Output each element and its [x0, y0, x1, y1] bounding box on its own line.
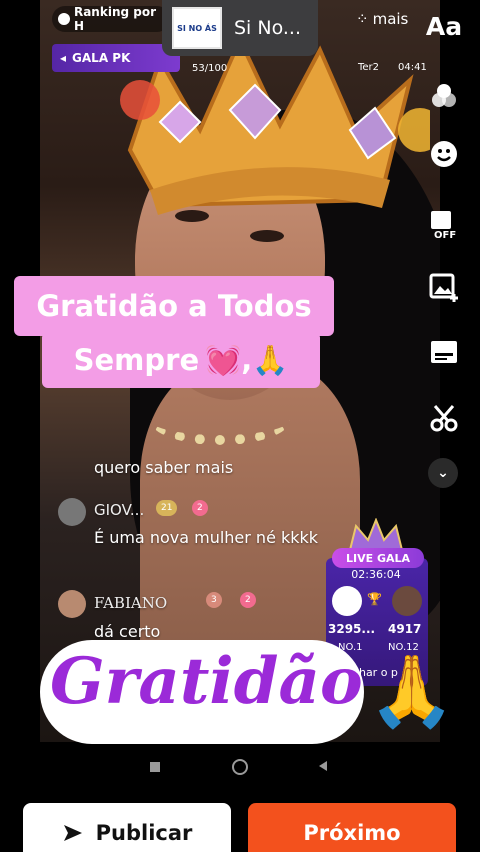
necklace — [150, 395, 290, 445]
next-label: Próximo — [303, 821, 401, 845]
chat-username: FABIANO — [94, 594, 168, 612]
scissors-icon[interactable] — [424, 398, 464, 438]
filters-icon[interactable] — [424, 76, 464, 116]
heart-pray-emoji: 💓,🙏 — [205, 342, 289, 377]
chat-partial-message: quero saber mais — [94, 458, 234, 477]
audio-notification[interactable]: SI NO ÁS Si No... — [162, 0, 318, 56]
send-icon — [63, 825, 82, 841]
song-cover-logo: SI NO ÁS — [172, 7, 222, 49]
ter-label: Ter2 — [358, 62, 380, 73]
image-add-icon[interactable] — [424, 268, 464, 308]
trophy-icon: 🏆 — [367, 592, 382, 606]
back-arrow-icon: ◂ — [60, 51, 67, 65]
face-sticker-icon[interactable] — [424, 134, 464, 174]
next-button[interactable]: Próximo — [248, 803, 456, 852]
gala-title: LIVE GALA — [332, 548, 424, 568]
praying-hands-emoji: 🙏 — [368, 650, 456, 732]
gala-right-score: 4917 — [388, 622, 422, 636]
publish-label: Publicar — [95, 821, 193, 845]
ranking-label: Ranking por H — [73, 5, 157, 33]
gratidao-text: Gratidão — [50, 644, 363, 719]
level-badge: 21 — [156, 500, 178, 516]
gala-pk-label: GALA PK — [72, 51, 131, 65]
gala-countdown: 02:36:04 — [351, 568, 401, 581]
gala-left-score: 3295... — [328, 622, 376, 636]
more-label: mais — [372, 10, 409, 28]
gift-badge: 2 — [192, 500, 208, 516]
gift-badge: 2 — [240, 592, 256, 608]
text-tool-button[interactable]: Aa — [424, 6, 464, 46]
chevron-down-icon[interactable]: ⌄ — [428, 458, 458, 488]
avatar — [58, 590, 86, 618]
publish-button[interactable]: Publicar — [23, 803, 231, 852]
back-icon[interactable] — [316, 759, 330, 773]
song-title: Si No... — [234, 17, 302, 39]
avatar — [58, 498, 86, 526]
ranking-pill[interactable]: Ranking por H — [52, 5, 170, 33]
pk-score: 53/100 — [192, 63, 228, 74]
screen: Ranking por H ◂ GALA PK 53/100 Ter2 04:4… — [0, 0, 480, 852]
subtitle-icon[interactable] — [424, 332, 464, 372]
caption-line1: Gratidão a Todos — [14, 276, 334, 336]
gala-right-avatar — [392, 586, 422, 616]
recent-apps-icon[interactable] — [150, 762, 160, 772]
gala-left-avatar — [332, 586, 362, 616]
chat-username: GIOV... — [94, 501, 145, 519]
gratidao-sticker[interactable]: Gratidão — [40, 640, 364, 744]
chat-message-text: É uma nova mulher né kkkk — [94, 528, 319, 547]
chat-message-text: dá certo — [94, 622, 161, 641]
caption-line2: Sempre 💓,🙏 — [42, 332, 320, 388]
caption-sticker[interactable]: Gratidão a Todos Sempre 💓,🙏 — [14, 276, 334, 388]
svg-text:OFF: OFF — [434, 230, 456, 240]
timer: 04:41 — [398, 62, 427, 73]
grid-icon: ⁘ — [356, 10, 369, 28]
level-badge: 3 — [206, 592, 222, 608]
eye-right — [250, 230, 284, 242]
home-icon[interactable] — [232, 759, 248, 775]
caption-line2-text: Sempre — [73, 343, 200, 377]
more-button[interactable]: ⁘ mais — [356, 10, 408, 28]
image-off-icon[interactable]: OFF — [424, 204, 464, 244]
clock-icon — [58, 13, 70, 25]
gala-pk-banner[interactable]: ◂ GALA PK — [52, 44, 180, 72]
